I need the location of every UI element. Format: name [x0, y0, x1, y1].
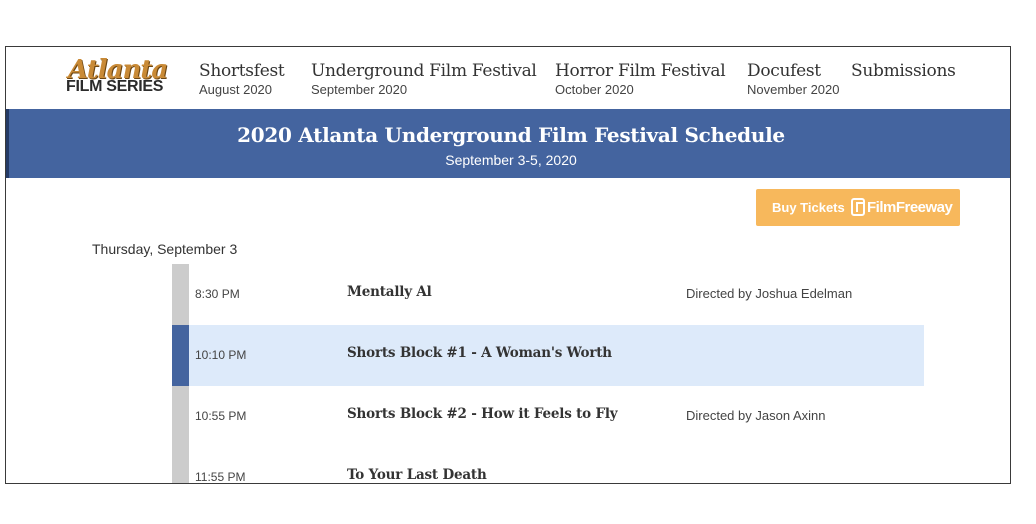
screening-time: 11:55 PM	[195, 470, 246, 484]
timeline-marker	[172, 325, 189, 386]
nav-item-underground-film-festival[interactable]: Underground Film Festival September 2020	[311, 61, 537, 97]
nav-item-title: Docufest	[747, 61, 821, 81]
filmfreeway-icon	[851, 198, 865, 216]
site-logo[interactable]: Atlanta FILM SERIES	[66, 55, 172, 95]
screening-time: 10:10 PM	[195, 348, 247, 362]
schedule-row[interactable]: 11:55 PM To Your Last Death	[172, 447, 924, 484]
buy-tickets-label: Buy Tickets	[772, 200, 845, 215]
nav-item-title: Submissions	[851, 61, 956, 81]
filmfreeway-logo: FilmFreeway	[851, 198, 953, 218]
screening-time: 8:30 PM	[195, 287, 240, 301]
nav-item-title: Horror Film Festival	[555, 61, 726, 81]
buy-tickets-button[interactable]: Buy Tickets FilmFreeway	[756, 189, 960, 226]
nav-item-horror-film-festival[interactable]: Horror Film Festival October 2020	[555, 61, 726, 97]
schedule-row[interactable]: 8:30 PM Mentally Al Directed by Joshua E…	[172, 264, 924, 325]
nav-item-title: Underground Film Festival	[311, 61, 537, 81]
nav-item-title: Shortsfest	[199, 61, 285, 81]
screening-director: Directed by Jason Axinn	[686, 408, 826, 423]
logo-wordmark-film-series: FILM SERIES	[66, 78, 164, 95]
screening-title: Shorts Block #1 - A Woman's Worth	[347, 345, 612, 361]
timeline-marker	[172, 386, 189, 447]
screening-director: Directed by Joshua Edelman	[686, 286, 853, 301]
screening-title: Shorts Block #2 - How it Feels to Fly	[347, 406, 618, 422]
nav-item-docufest[interactable]: Docufest November 2020	[747, 61, 840, 97]
screening-time: 10:55 PM	[195, 409, 247, 423]
page-title: 2020 Atlanta Underground Film Festival S…	[237, 123, 785, 147]
schedule-day-heading: Thursday, September 3	[92, 241, 238, 257]
nav-item-date: August 2020	[199, 82, 273, 97]
timeline-marker	[172, 447, 189, 483]
festival-dates: September 3-5, 2020	[445, 152, 577, 168]
filmfreeway-wordmark: FilmFreeway	[867, 198, 953, 216]
screening-title: To Your Last Death	[347, 467, 487, 483]
nav-item-submissions[interactable]: Submissions	[851, 61, 956, 81]
timeline-marker	[172, 264, 189, 325]
screening-title: Mentally Al	[347, 284, 432, 300]
schedule-banner: 2020 Atlanta Underground Film Festival S…	[6, 109, 1010, 178]
nav-item-date: September 2020	[311, 82, 408, 97]
nav-item-date: November 2020	[747, 82, 840, 97]
schedule-row[interactable]: 10:55 PM Shorts Block #2 - How it Feels …	[172, 386, 924, 447]
nav-item-date: October 2020	[555, 82, 634, 97]
schedule-row[interactable]: 10:10 PM Shorts Block #1 - A Woman's Wor…	[172, 325, 924, 386]
nav-item-shortsfest[interactable]: Shortsfest August 2020	[199, 61, 285, 97]
top-navigation: Atlanta FILM SERIES Shortsfest August 20…	[6, 47, 1010, 109]
browser-viewport: Atlanta FILM SERIES Shortsfest August 20…	[5, 46, 1011, 484]
